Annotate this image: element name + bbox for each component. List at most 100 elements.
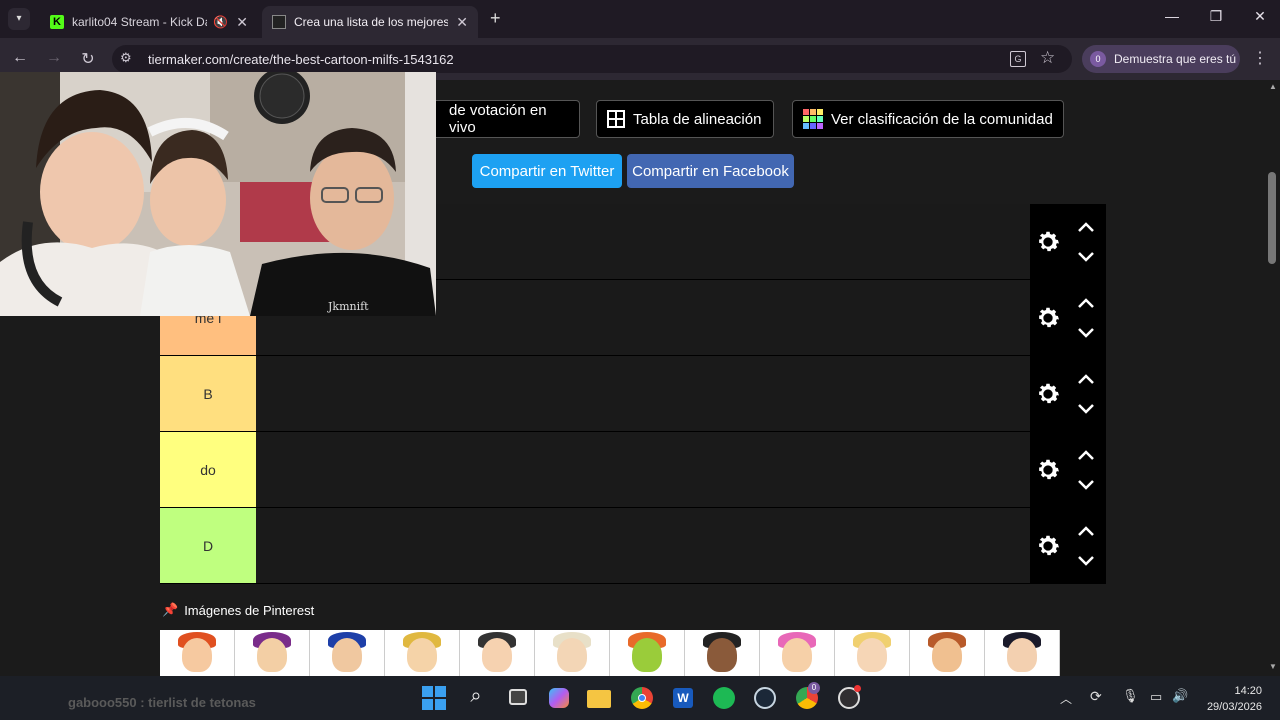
tier-label-text: B — [203, 385, 213, 402]
search-icon[interactable]: ⌕ — [463, 685, 489, 711]
system-clock[interactable]: 14:20 29/03/2026 — [1196, 683, 1262, 715]
muted-icon[interactable]: 🔇 — [213, 15, 228, 29]
tier-controls — [1030, 508, 1106, 584]
move-down-icon[interactable] — [1076, 554, 1096, 568]
image-pool — [160, 630, 1064, 676]
sync-icon[interactable]: ⟳ — [1090, 688, 1102, 705]
gear-icon[interactable] — [1034, 380, 1062, 408]
tier-drop-zone[interactable] — [256, 508, 1030, 583]
tier-label-text: D — [202, 537, 214, 554]
forward-icon[interactable]: → — [44, 49, 64, 67]
bookmark-star-icon[interactable]: ☆ — [1040, 48, 1055, 68]
gear-icon[interactable] — [1034, 532, 1062, 560]
tier-label[interactable]: B — [160, 356, 256, 431]
live-vote-label: de votación en vivo — [449, 102, 547, 136]
close-tab-icon[interactable]: ✕ — [456, 14, 468, 31]
move-down-icon[interactable] — [1076, 250, 1096, 264]
character-thumbnail[interactable] — [160, 630, 235, 676]
community-rank-button[interactable]: Ver clasificación de la comunidad — [792, 100, 1064, 138]
share-facebook-label: Compartir en Facebook — [632, 162, 789, 180]
character-thumbnail[interactable] — [385, 630, 460, 676]
character-thumbnail[interactable] — [535, 630, 610, 676]
character-thumbnail[interactable] — [310, 630, 385, 676]
page-scrollbar[interactable]: ▲ ▼ — [1266, 80, 1280, 676]
live-vote-button[interactable]: de votación en vivo — [424, 100, 580, 138]
gear-icon[interactable] — [1034, 228, 1062, 256]
character-thumbnail[interactable] — [685, 630, 760, 676]
tier-label[interactable]: do — [160, 432, 256, 507]
tray-chevron-icon[interactable]: ︿ — [1060, 690, 1072, 707]
task-view-icon[interactable] — [505, 685, 531, 711]
character-thumbnail[interactable] — [835, 630, 910, 676]
new-tab-button[interactable]: + — [490, 8, 501, 29]
tier-controls — [1030, 280, 1106, 356]
clock-date: 29/03/2026 — [1206, 701, 1262, 713]
tab-kick[interactable]: K karlito04 Stream - Kick Dashboard 🔇 ✕ — [40, 6, 258, 38]
share-facebook-button[interactable]: Compartir en Facebook — [627, 154, 794, 188]
obs-icon[interactable] — [836, 685, 862, 711]
community-rank-label: Ver clasificación de la comunidad — [831, 110, 1053, 128]
tier-controls — [1030, 432, 1106, 508]
copilot-icon[interactable] — [546, 685, 572, 711]
microphone-icon[interactable]: 🎙 — [1122, 688, 1139, 704]
tab-tiermaker[interactable]: Crea una lista de los mejores MILFS ✕ — [262, 6, 478, 38]
kick-icon: K — [50, 15, 64, 29]
character-thumbnail[interactable] — [985, 630, 1060, 676]
share-twitter-button[interactable]: Compartir en Twitter — [472, 154, 622, 188]
steam-icon[interactable] — [752, 685, 778, 711]
file-explorer-icon[interactable] — [587, 685, 613, 711]
move-up-icon[interactable] — [1076, 372, 1096, 386]
gear-icon[interactable] — [1034, 304, 1062, 332]
close-window-icon[interactable]: ✕ — [1240, 8, 1280, 25]
clock-time: 14:20 — [1234, 685, 1262, 697]
move-up-icon[interactable] — [1076, 524, 1096, 538]
move-down-icon[interactable] — [1076, 478, 1096, 492]
pinterest-header: 📌 Imágenes de Pinterest — [162, 602, 314, 618]
site-info-icon[interactable]: ⚙ — [120, 50, 132, 66]
share-twitter-label: Compartir en Twitter — [479, 162, 615, 180]
tab-search-button[interactable]: ▾ — [8, 8, 30, 30]
move-up-icon[interactable] — [1076, 448, 1096, 462]
tier-row: B — [160, 356, 1106, 432]
character-thumbnail[interactable] — [460, 630, 535, 676]
close-tab-icon[interactable]: ✕ — [236, 14, 248, 31]
menu-kebab-icon[interactable]: ⋮ — [1252, 48, 1268, 68]
tier-drop-zone[interactable] — [256, 432, 1030, 507]
tab-strip: ▾ K karlito04 Stream - Kick Dashboard 🔇 … — [0, 0, 1280, 38]
restore-icon[interactable]: ❐ — [1196, 8, 1236, 25]
reload-icon[interactable]: ↻ — [78, 49, 98, 69]
tier-controls — [1030, 356, 1106, 432]
back-icon[interactable]: ← — [10, 49, 30, 67]
pin-icon: 📌 — [162, 602, 179, 617]
start-icon[interactable] — [421, 685, 447, 711]
scrollbar-thumb[interactable] — [1268, 172, 1276, 264]
move-up-icon[interactable] — [1076, 296, 1096, 310]
chrome-profile-icon[interactable]: 0 — [794, 682, 820, 711]
tier-label-text: do — [200, 461, 216, 478]
profile-chip[interactable]: 0 Demuestra que eres tú — [1082, 45, 1240, 73]
webcam-feed — [0, 72, 436, 316]
move-up-icon[interactable] — [1076, 220, 1096, 234]
character-thumbnail[interactable] — [610, 630, 685, 676]
scroll-down-icon[interactable]: ▼ — [1269, 662, 1277, 671]
chrome-icon[interactable] — [629, 685, 655, 711]
move-down-icon[interactable] — [1076, 326, 1096, 340]
chat-overlay-text: gabooo550 : tierlist de tetonas — [68, 695, 256, 710]
word-icon[interactable]: W — [670, 685, 696, 711]
translate-icon[interactable]: G — [1010, 51, 1026, 67]
scroll-up-icon[interactable]: ▲ — [1269, 82, 1277, 91]
alignment-chart-button[interactable]: Tabla de alineación — [596, 100, 774, 138]
character-thumbnail[interactable] — [910, 630, 985, 676]
minimize-icon[interactable]: — — [1152, 8, 1192, 24]
url-text[interactable]: tiermaker.com/create/the-best-cartoon-mi… — [148, 52, 454, 67]
tier-drop-zone[interactable] — [256, 356, 1030, 431]
volume-icon[interactable]: 🔊 — [1172, 688, 1188, 704]
gear-icon[interactable] — [1034, 456, 1062, 484]
alignment-chart-label: Tabla de alineación — [633, 110, 762, 128]
character-thumbnail[interactable] — [235, 630, 310, 676]
network-icon[interactable]: ▭ — [1150, 689, 1162, 705]
move-down-icon[interactable] — [1076, 402, 1096, 416]
tier-label[interactable]: D — [160, 508, 256, 583]
character-thumbnail[interactable] — [760, 630, 835, 676]
spotify-icon[interactable] — [711, 685, 737, 711]
